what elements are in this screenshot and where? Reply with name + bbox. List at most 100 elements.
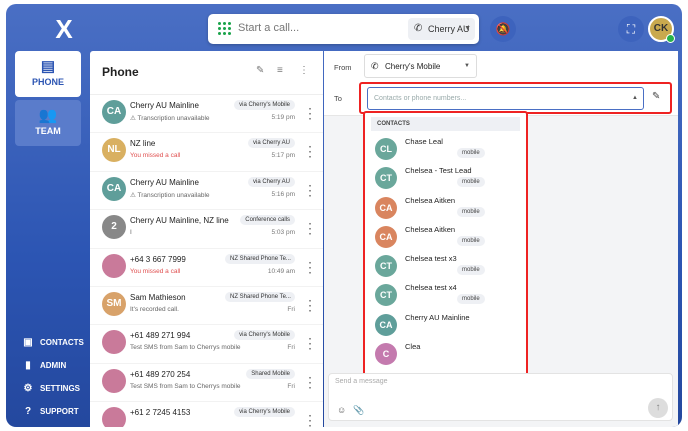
contact-option[interactable]: CL Chase Leal mobile: [365, 135, 526, 164]
user-avatar[interactable]: CK: [648, 16, 675, 43]
fullscreen-icon[interactable]: ⛶: [618, 16, 644, 42]
to-input[interactable]: Contacts or phone numbers... ▲: [367, 87, 644, 110]
conversation-row[interactable]: NL NZ line You missed a call via Cherry AU 5…: [90, 133, 323, 172]
new-message-icon[interactable]: ✎: [256, 65, 264, 76]
more-vert-icon[interactable]: ⋮: [299, 65, 309, 76]
attachment-icon[interactable]: 📎: [353, 405, 364, 416]
more-vert-icon[interactable]: · · ·: [309, 220, 312, 240]
conversation-row[interactable]: CA Cherry AU Mainline ⚠ Transcription unav…: [90, 95, 323, 134]
chevron-down-icon[interactable]: ▲: [632, 95, 638, 101]
contact-option[interactable]: CA Cherry AU Mainline: [365, 311, 526, 340]
line-tag: NZ Shared Phone Te...: [225, 253, 295, 264]
line-tag: via Cherry's Mobile: [234, 100, 295, 110]
nav-team-label: TEAM: [35, 126, 61, 136]
conversation-row[interactable]: CA Cherry AU Mainline ⚠ Transcription unav…: [90, 172, 323, 211]
chevron-down-icon: ▼: [464, 63, 470, 69]
start-call-placeholder[interactable]: Start a call...: [238, 22, 299, 34]
contact-name: Chelsea test x4: [405, 283, 457, 293]
conversation-preview: ⚠ Transcription unavailable: [130, 115, 210, 122]
nav-support[interactable]: ? SUPPORT: [22, 400, 84, 423]
conversation-row[interactable]: 2 Cherry AU Mainline, NZ line I Conference …: [90, 210, 323, 249]
conversation-name: +61 489 271 994: [130, 331, 191, 341]
help-icon: ?: [24, 406, 32, 417]
conversation-time: Fri: [287, 305, 295, 313]
conversation-row[interactable]: +61 489 271 994 Test SMS from Sam to Cher…: [90, 325, 323, 364]
message-composer[interactable]: Send a message ☺ 📎 ↑: [328, 373, 673, 421]
conversation-name: NZ line: [130, 139, 156, 149]
nav-phone[interactable]: ▤ PHONE: [15, 51, 81, 97]
from-selector[interactable]: ✆ Cherry's Mobile ▼: [364, 54, 477, 78]
from-label: From: [334, 63, 352, 72]
contact-avatar: CA: [102, 176, 126, 201]
contact-option[interactable]: C Clea: [365, 340, 526, 369]
contact-avatar: CT: [375, 284, 397, 307]
contact-name: Chelsea test x3: [405, 254, 457, 264]
from-value: Cherry's Mobile: [385, 62, 441, 71]
conversation-row[interactable]: SM Sam Mathieson It's recorded call. NZ Sha…: [90, 287, 323, 326]
conversation-time: 5:16 pm: [271, 190, 296, 198]
conversation-time: Fri: [287, 382, 295, 390]
bottom-nav: ▣ CONTACTS ▮ ADMIN ⚙ SETTINGS ? SUPPORT: [22, 331, 84, 423]
dialpad-icon[interactable]: [218, 22, 232, 36]
contact-avatar: CT: [375, 255, 397, 278]
nav-contacts[interactable]: ▣ CONTACTS: [22, 331, 84, 354]
start-call-bar[interactable]: Start a call... ✆ Cherry AU ▼: [208, 14, 479, 44]
pencil-icon[interactable]: ✎: [652, 91, 660, 102]
conversation-list: CA Cherry AU Mainline ⚠ Transcription unav…: [90, 95, 323, 427]
contacts-icon: ▣: [23, 337, 33, 348]
conversation-row[interactable]: +64 3 667 7999 You missed a call NZ Shared…: [90, 249, 323, 287]
send-button[interactable]: ↑: [648, 398, 668, 418]
contact-avatar: SM: [102, 291, 126, 316]
nav-admin[interactable]: ▮ ADMIN: [22, 354, 84, 377]
more-vert-icon[interactable]: · · ·: [309, 143, 312, 163]
conversation-time: 5:19 pm: [271, 114, 296, 121]
conversation-row[interactable]: +61 489 270 254 Test SMS from Sam to Cher…: [90, 364, 323, 403]
contact-option[interactable]: CA Chelsea Aitken mobile: [365, 223, 526, 252]
contact-option[interactable]: CT Chelsea test x3 mobile: [365, 252, 526, 281]
more-vert-icon[interactable]: · · ·: [309, 258, 312, 278]
contact-option[interactable]: CA Chelsea Aitken mobile: [365, 194, 526, 223]
compose-panel: From ✆ Cherry's Mobile ▼ To Contacts or …: [324, 51, 678, 427]
more-vert-icon[interactable]: · · ·: [309, 412, 312, 427]
nav-settings[interactable]: ⚙ SETTINGS: [22, 377, 84, 400]
message-placeholder[interactable]: Send a message: [335, 378, 388, 385]
more-vert-icon[interactable]: · · ·: [309, 181, 312, 201]
page-title: Phone: [102, 65, 139, 79]
contact-name: Cherry AU Mainline: [405, 312, 470, 322]
more-vert-icon[interactable]: · · ·: [309, 335, 312, 355]
contacts-dropdown: CONTACTS CL Chase Leal mobile CT Chelsea - T…: [363, 111, 528, 385]
conversation-preview: You missed a call: [130, 152, 181, 160]
conversation-time: 5:17 pm: [271, 152, 296, 160]
contact-avatar: [102, 253, 126, 278]
contact-option[interactable]: CT Chelsea - Test Lead mobile: [365, 164, 526, 193]
more-vert-icon[interactable]: · · ·: [309, 373, 312, 393]
avatar-initials: CK: [653, 23, 669, 34]
nav-team[interactable]: 👥 TEAM: [15, 100, 81, 146]
conversation-name: +61 489 270 254: [130, 369, 191, 379]
contact-avatar: 2: [102, 215, 126, 240]
filter-icon[interactable]: ≡: [277, 65, 283, 76]
phone-icon: ✆: [414, 23, 423, 34]
account-selector[interactable]: ✆ Cherry AU ▼: [408, 18, 475, 40]
more-vert-icon[interactable]: · · ·: [309, 296, 312, 316]
more-vert-icon[interactable]: · · ·: [309, 105, 312, 125]
contact-avatar: CL: [375, 138, 397, 160]
contact-avatar: CA: [102, 100, 126, 124]
notifications-muted-icon[interactable]: 🔕: [490, 16, 516, 42]
contact-avatar: CA: [375, 196, 397, 219]
line-tag: Conference calls: [240, 215, 295, 226]
to-placeholder: Contacts or phone numbers...: [374, 95, 467, 102]
conversation-name: Cherry AU Mainline: [130, 177, 199, 187]
team-icon: 👥: [38, 107, 58, 124]
conversation-row[interactable]: +61 2 7245 4153 via Cherry's Mobile · · ·: [90, 402, 323, 427]
emoji-icon[interactable]: ☺: [337, 405, 346, 415]
app-logo: X: [55, 14, 73, 44]
line-tag: via Cherry's Mobile: [234, 407, 295, 418]
contact-option[interactable]: CT Chelsea test x4 mobile: [365, 281, 526, 310]
line-tag: NZ Shared Phone Te...: [225, 291, 295, 302]
nav-admin-label: ADMIN: [40, 361, 67, 370]
contact-avatar: NL: [102, 138, 126, 163]
contact-avatar: [102, 368, 126, 393]
contact-name: Chelsea Aitken: [405, 195, 456, 205]
contact-options: CL Chase Leal mobile CT Chelsea - Test Lead m…: [365, 135, 526, 369]
